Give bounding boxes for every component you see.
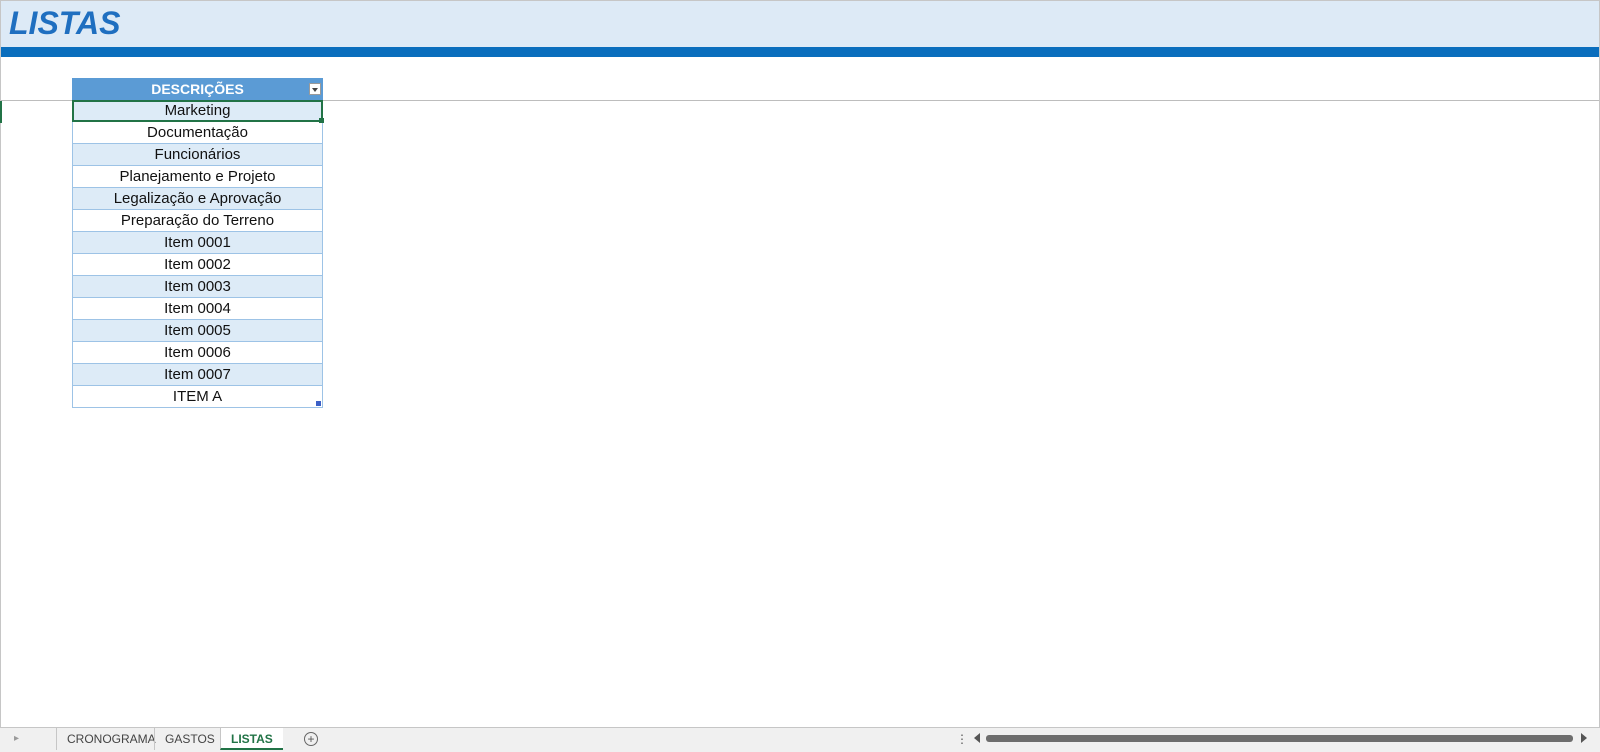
tab-gastos[interactable]: GASTOS (154, 728, 225, 750)
horizontal-scrollbar[interactable] (974, 732, 1587, 746)
active-row-marker (0, 101, 2, 123)
table-row[interactable]: Item 0004 (72, 298, 323, 320)
table-row[interactable]: Marketing (72, 100, 324, 123)
table-row[interactable]: Item 0003 (72, 276, 323, 298)
triangle-right-icon[interactable] (1581, 733, 1587, 743)
table-row[interactable]: Item 0005 (72, 320, 323, 342)
table-row[interactable]: Preparação do Terreno (72, 210, 323, 232)
table-row[interactable]: ITEM A (72, 386, 323, 408)
table-row[interactable]: Legalização e Aprovação (72, 188, 323, 210)
table-row[interactable]: Item 0006 (72, 342, 323, 364)
triangle-left-icon[interactable] (974, 733, 980, 743)
table-header-label: DESCRIÇÕES (151, 81, 244, 97)
scrollbar-thumb[interactable] (986, 735, 1573, 742)
title-band: LISTAS (1, 1, 1599, 47)
descriptions-table: DESCRIÇÕES Marketing Documentação Funcioná… (72, 78, 324, 408)
table-row[interactable]: Item 0007 (72, 364, 323, 386)
tab-listas[interactable]: LISTAS (220, 728, 283, 750)
tab-scroll-right-icon[interactable]: ▸ (14, 734, 24, 744)
table-row[interactable]: Item 0002 (72, 254, 323, 276)
table-row[interactable]: Planejamento e Projeto (72, 166, 323, 188)
sheet-tab-bar: ▸ CRONOGRAMA GASTOS LISTAS + ⋮ (0, 727, 1600, 752)
title-rule (1, 47, 1599, 57)
plus-circle-icon[interactable]: + (304, 732, 318, 746)
table-row[interactable]: Documentação (72, 122, 323, 144)
table-resize-handle[interactable] (316, 401, 321, 406)
table-row[interactable]: Item 0001 (72, 232, 323, 254)
split-handle-icon[interactable]: ⋮ (956, 732, 968, 746)
filter-dropdown-icon[interactable] (309, 83, 321, 95)
sheet-title: LISTAS (9, 5, 121, 41)
table-body: Marketing Documentação Funcionários Planeja… (72, 100, 324, 408)
tab-cronograma[interactable]: CRONOGRAMA (56, 728, 166, 750)
table-header[interactable]: DESCRIÇÕES (72, 78, 323, 100)
table-row[interactable]: Funcionários (72, 144, 323, 166)
